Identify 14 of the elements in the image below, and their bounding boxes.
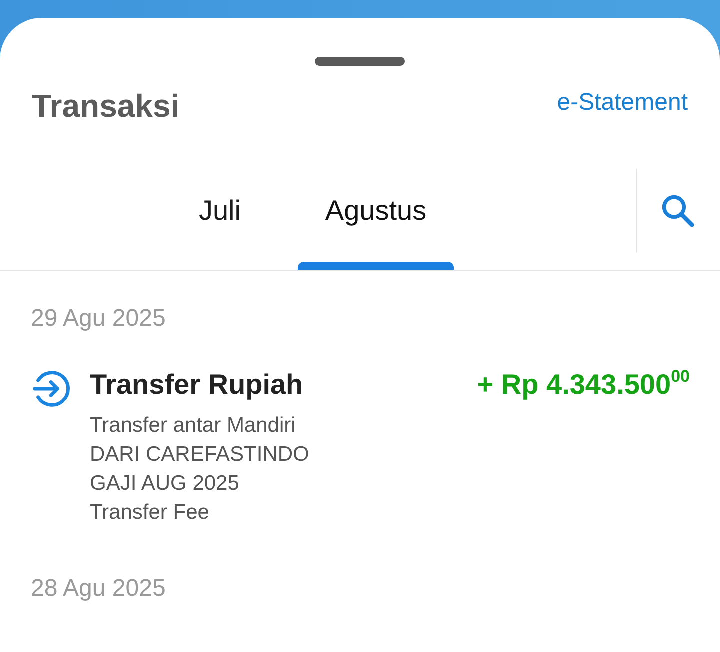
e-statement-link[interactable]: e-Statement (557, 89, 688, 117)
month-tab[interactable]: Agustus (298, 169, 454, 270)
sheet-title: Transaksi (32, 88, 180, 124)
transaction-detail: Transfer Fee (90, 500, 210, 526)
month-tab[interactable]: Juli (142, 169, 298, 270)
drag-handle[interactable] (315, 57, 405, 66)
date-header: 28 Agu 2025 (31, 575, 167, 603)
transaction-detail: Transfer antar Mandiri (90, 413, 297, 439)
date-header: 29 Agu 2025 (31, 305, 167, 333)
transaction-detail: GAJI AUG 2025 (90, 471, 240, 497)
transaction-amount: + Rp 4.343.500$^{00}$ (477, 368, 690, 402)
transaction-title: Transfer Rupiah (90, 368, 304, 402)
search-icon (660, 194, 694, 228)
transaction-detail: DARI CAREFASTINDO (90, 442, 310, 468)
